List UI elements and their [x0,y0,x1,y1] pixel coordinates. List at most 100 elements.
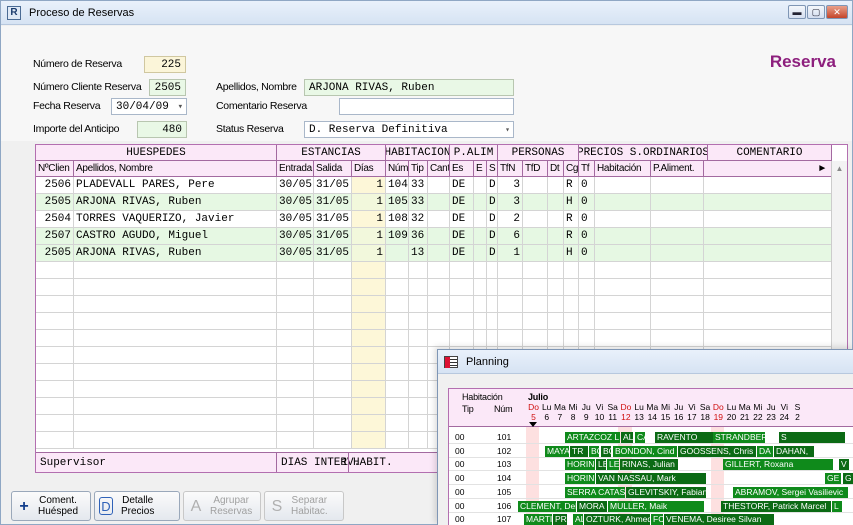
table-cell[interactable]: 30/05 [277,194,314,211]
table-cell[interactable] [386,364,409,381]
booking-bar[interactable]: RAVENTO [655,432,713,443]
table-cell[interactable]: 1 [352,228,386,245]
numero-cliente-field[interactable]: 2505 [149,79,186,96]
table-cell[interactable] [36,279,74,296]
table-cell[interactable]: 0 [579,211,595,228]
table-cell[interactable] [704,330,832,347]
booking-bar[interactable]: PR [553,514,567,525]
table-cell[interactable] [74,313,277,330]
table-cell[interactable] [704,296,832,313]
table-cell[interactable]: 31/05 [314,211,352,228]
minimize-button[interactable]: ▬ [788,5,806,19]
table-cell[interactable] [36,415,74,432]
table-cell[interactable] [474,296,487,313]
table-cell[interactable] [36,313,74,330]
table-cell[interactable] [386,245,409,262]
table-cell[interactable]: R [564,211,579,228]
table-cell[interactable] [595,313,651,330]
table-cell[interactable] [314,330,352,347]
table-cell[interactable] [548,177,564,194]
table-cell[interactable] [474,177,487,194]
table-cell[interactable]: 30/05 [277,177,314,194]
table-cell[interactable] [595,211,651,228]
table-row[interactable]: 2506 PLADEVALL PARES, Pere 30/05 31/05 1 104 3… [36,177,832,194]
table-cell[interactable] [523,245,548,262]
table-cell[interactable] [704,228,832,245]
table-cell[interactable] [409,415,428,432]
table-cell[interactable] [428,177,450,194]
booking-bar[interactable]: HORIN [565,473,595,485]
table-cell[interactable] [651,296,704,313]
table-cell[interactable]: 2505 [36,245,74,262]
table-cell[interactable] [498,330,523,347]
table-cell[interactable]: 30/05 [277,245,314,262]
separate-rooms-button[interactable]: S Separar Habitac. [264,491,344,521]
table-cell[interactable] [548,296,564,313]
apellidos-field[interactable]: ARJONA RIVAS, Ruben [304,79,514,96]
table-cell[interactable] [352,262,386,279]
table-row[interactable]: 2504 TORRES VAQUERIZO, Javier 30/05 31/05 1 1… [36,211,832,228]
table-row[interactable]: 2505 ARJONA RIVAS, Ruben 30/05 31/05 1 105 33 D… [36,194,832,211]
table-cell[interactable] [474,279,487,296]
column-header[interactable]: ► [704,161,832,177]
table-cell[interactable] [704,279,832,296]
table-cell[interactable]: 31/05 [314,228,352,245]
table-cell[interactable] [386,398,409,415]
table-cell[interactable] [277,330,314,347]
table-cell[interactable] [595,245,651,262]
booking-bar[interactable]: GILLERT, Roxana [723,459,833,471]
table-cell[interactable] [428,330,450,347]
table-cell[interactable] [386,279,409,296]
table-cell[interactable] [704,194,832,211]
table-cell[interactable] [651,228,704,245]
table-cell[interactable] [36,381,74,398]
table-cell[interactable] [651,313,704,330]
table-cell[interactable] [409,313,428,330]
table-cell[interactable]: H [564,194,579,211]
table-cell[interactable] [36,262,74,279]
table-cell[interactable] [352,381,386,398]
booking-bar[interactable]: VENEMA, Desiree Silvan [664,514,774,525]
table-cell[interactable] [579,279,595,296]
table-cell[interactable]: 0 [579,245,595,262]
empty-row[interactable] [36,313,832,330]
table-cell[interactable] [352,415,386,432]
table-cell[interactable] [523,279,548,296]
booking-bar[interactable]: CLEMENT, Deb [518,500,576,512]
table-cell[interactable] [548,279,564,296]
empty-row[interactable] [36,279,832,296]
booking-bar[interactable]: MAYA [545,445,569,457]
table-cell[interactable] [564,279,579,296]
table-cell[interactable] [428,194,450,211]
table-cell[interactable] [277,313,314,330]
booking-bar[interactable]: AL [573,514,583,525]
table-cell[interactable] [428,262,450,279]
table-cell[interactable] [523,330,548,347]
booking-bar[interactable]: S [779,432,845,443]
table-cell[interactable] [409,364,428,381]
table-cell[interactable] [352,330,386,347]
booking-bar[interactable]: RINAS, Julian [620,459,678,471]
table-cell[interactable] [428,228,450,245]
booking-bar[interactable]: THESTORF, Patrick Marcel [721,500,831,512]
table-cell[interactable] [579,313,595,330]
table-cell[interactable] [74,262,277,279]
table-cell[interactable] [498,296,523,313]
table-cell[interactable] [277,262,314,279]
table-cell[interactable]: R [564,228,579,245]
booking-bar[interactable]: DA [757,445,773,457]
table-cell[interactable]: DE [450,228,474,245]
table-cell[interactable] [487,262,498,279]
booking-bar[interactable]: CAMARON [635,432,645,443]
table-cell[interactable]: 1 [352,245,386,262]
table-cell[interactable] [352,398,386,415]
table-cell[interactable] [74,432,277,449]
table-cell[interactable]: ARJONA RIVAS, Ruben [74,194,277,211]
booking-bar[interactable]: ARTAZCOZ L [565,432,620,443]
table-cell[interactable] [595,330,651,347]
table-cell[interactable]: 33 [409,177,428,194]
empty-row[interactable] [36,296,832,313]
booking-bar[interactable]: BC [589,445,599,457]
table-cell[interactable] [352,364,386,381]
table-cell[interactable]: D [487,177,498,194]
